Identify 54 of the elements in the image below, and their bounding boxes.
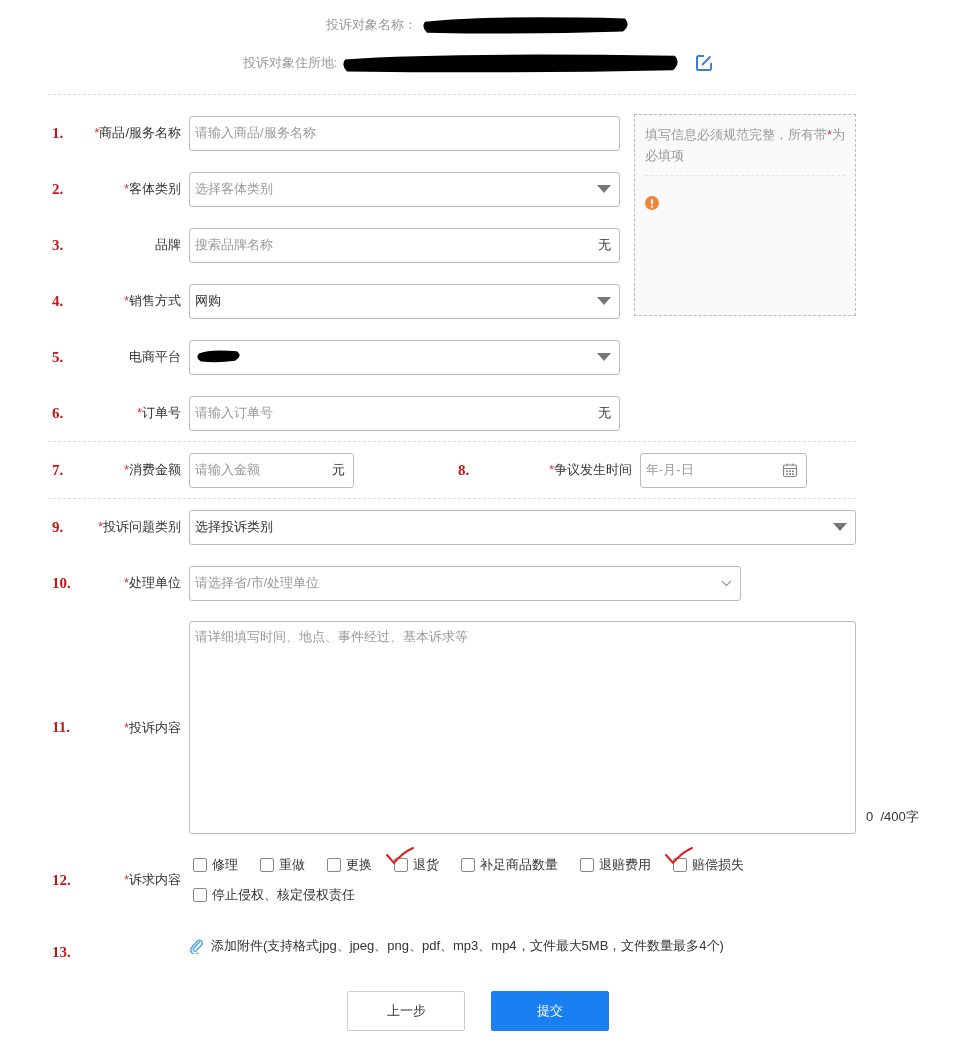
annotation-number: 3. — [51, 236, 65, 254]
field-label: 投诉对象住所地: — [242, 54, 338, 72]
annotation-number: 12. — [51, 871, 72, 889]
checkbox-option[interactable]: 重做 — [252, 847, 305, 874]
annotation-number: 1. — [51, 124, 65, 142]
hint-text: 填写信息必须规范完整，所有带*为必填项 — [645, 125, 845, 176]
field-label: *争议发生时间 — [547, 461, 632, 479]
input-field[interactable]: 搜索品牌名称 无 — [189, 227, 620, 263]
checkbox-option[interactable]: 更换 — [319, 847, 372, 874]
field-label: *处理单位 — [122, 574, 181, 592]
annotation-number: 5. — [51, 348, 65, 366]
annotation-number: 4. — [51, 292, 65, 310]
calendar-icon — [782, 462, 798, 478]
field-label: 品牌 — [154, 236, 181, 254]
checkbox-option[interactable]: 赔偿损失 — [665, 847, 744, 874]
field-label: *投诉内容 — [122, 718, 181, 737]
select-field[interactable]: 网购 — [189, 283, 620, 319]
field-label: *销售方式 — [122, 292, 181, 310]
annotation-number: 6. — [51, 404, 65, 422]
character-counter: 0 /400字 — [866, 808, 919, 826]
paperclip-icon[interactable] — [189, 937, 205, 954]
add-attachment-link[interactable]: 添加附件(支持格式jpg、jpeg、png、pdf、mp3、mp4，文件最大5MB，文件数量最多4个) — [211, 936, 724, 955]
input-field[interactable]: 请输入金额 元 — [189, 452, 354, 488]
checkbox-option[interactable]: 退赔费用 — [572, 847, 651, 874]
field-label: *客体类别 — [122, 180, 181, 198]
checkbox-option[interactable]: 退货 — [386, 847, 439, 874]
select-field[interactable] — [189, 339, 620, 375]
field-label: 投诉对象名称： — [325, 16, 417, 34]
dropdown-caret-icon — [597, 297, 611, 305]
annotation-number: 7. — [51, 461, 65, 479]
select-field[interactable]: 选择投诉类别 — [189, 509, 856, 545]
dropdown-caret-icon — [597, 185, 611, 193]
field-label: *订单号 — [135, 404, 181, 422]
annotation-number: 10. — [51, 574, 72, 592]
input-field[interactable]: 请输入订单号 无 — [189, 395, 620, 431]
checkbox-option[interactable]: 修理 — [185, 847, 238, 874]
annotation-number: 11. — [51, 719, 71, 736]
checkbox-option[interactable]: 停止侵权、核定侵权责任 — [185, 877, 355, 904]
field-label: 电商平台 — [128, 348, 181, 366]
field-label: *投诉问题类别 — [96, 518, 181, 536]
checkbox-option[interactable]: 补足商品数量 — [453, 847, 558, 874]
back-button[interactable]: 上一步 — [347, 991, 465, 1031]
annotation-number: 9. — [51, 518, 65, 536]
edit-icon[interactable] — [695, 54, 714, 72]
field-label: *消费金额 — [122, 461, 181, 479]
submit-button[interactable]: 提交 — [491, 991, 609, 1031]
chevron-down-icon — [721, 579, 732, 587]
dropdown-caret-icon — [597, 353, 611, 361]
annotation-number: 13. — [51, 944, 72, 961]
field-label: *诉求内容 — [122, 871, 181, 889]
dropdown-caret-icon — [833, 523, 847, 531]
field-label: *商品/服务名称 — [93, 124, 181, 142]
annotation-number: 2. — [51, 180, 65, 198]
annotation-number: 8. — [457, 461, 471, 479]
